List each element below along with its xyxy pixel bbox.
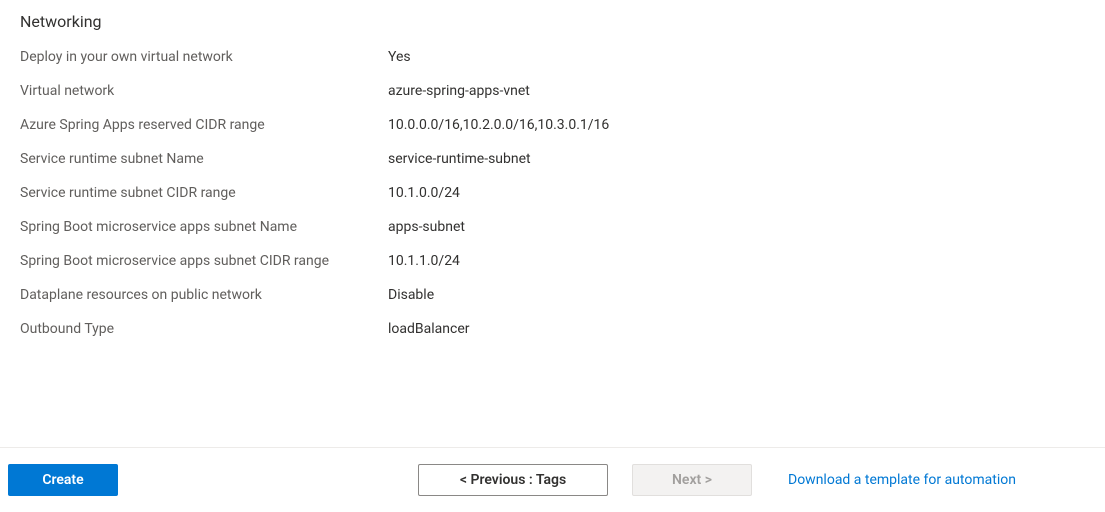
field-dataplane: Dataplane resources on public network Di… (20, 285, 1085, 305)
field-virtual-network: Virtual network azure-spring-apps-vnet (20, 81, 1085, 101)
field-label: Azure Spring Apps reserved CIDR range (20, 115, 388, 135)
field-label: Service runtime subnet CIDR range (20, 183, 388, 203)
field-apps-subnet-cidr: Spring Boot microservice apps subnet CID… (20, 251, 1085, 271)
field-cidr-range: Azure Spring Apps reserved CIDR range 10… (20, 115, 1085, 135)
section-title: Networking (20, 12, 1085, 31)
field-value: service-runtime-subnet (388, 149, 531, 169)
field-label: Service runtime subnet Name (20, 149, 388, 169)
field-label: Outbound Type (20, 319, 388, 339)
field-value: loadBalancer (388, 319, 469, 339)
download-template-link[interactable]: Download a template for automation (788, 472, 1016, 488)
networking-section: Networking Deploy in your own virtual ne… (0, 0, 1105, 339)
field-deploy-vnet: Deploy in your own virtual network Yes (20, 47, 1085, 67)
create-button[interactable]: Create (8, 464, 118, 496)
field-label: Spring Boot microservice apps subnet Nam… (20, 217, 388, 237)
field-value: apps-subnet (388, 217, 465, 237)
field-label: Dataplane resources on public network (20, 285, 388, 305)
field-value: azure-spring-apps-vnet (388, 81, 530, 101)
field-outbound-type: Outbound Type loadBalancer (20, 319, 1085, 339)
field-value: 10.1.0.0/24 (388, 183, 460, 203)
field-label: Spring Boot microservice apps subnet CID… (20, 251, 388, 271)
wizard-footer: Create < Previous : Tags Next > Download… (0, 447, 1105, 512)
field-value: Disable (388, 285, 434, 305)
field-value: 10.1.1.0/24 (388, 251, 460, 271)
field-label: Deploy in your own virtual network (20, 47, 388, 67)
previous-button[interactable]: < Previous : Tags (418, 464, 608, 496)
next-button: Next > (632, 464, 752, 496)
field-value: 10.0.0.0/16,10.2.0.0/16,10.3.0.1/16 (388, 115, 609, 135)
field-runtime-subnet-name: Service runtime subnet Name service-runt… (20, 149, 1085, 169)
field-value: Yes (388, 47, 411, 67)
nav-buttons: < Previous : Tags Next > (418, 464, 752, 496)
field-apps-subnet-name: Spring Boot microservice apps subnet Nam… (20, 217, 1085, 237)
field-label: Virtual network (20, 81, 388, 101)
field-runtime-subnet-cidr: Service runtime subnet CIDR range 10.1.0… (20, 183, 1085, 203)
